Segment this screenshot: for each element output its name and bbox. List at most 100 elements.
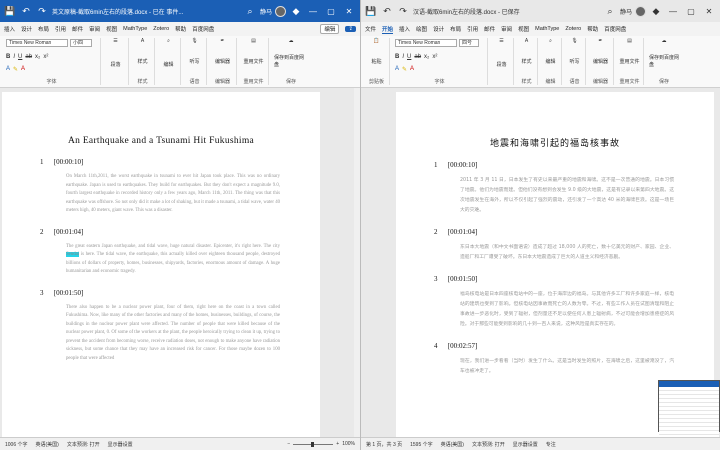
menu-item[interactable]: 视图 xyxy=(106,25,117,33)
menu-item[interactable]: 审阅 xyxy=(89,25,100,33)
minimize-button[interactable]: — xyxy=(666,7,680,16)
text-effects-icon[interactable]: A xyxy=(395,66,399,73)
minimize-button[interactable]: — xyxy=(306,7,320,16)
menu-item[interactable]: 审阅 xyxy=(501,25,512,33)
menu-item-file[interactable]: 文件 xyxy=(365,25,376,33)
menu-item[interactable]: 引用 xyxy=(55,25,66,33)
subscript-button[interactable]: x₂ xyxy=(424,54,429,60)
highlight-icon[interactable]: ✎ xyxy=(13,66,18,73)
menu-item[interactable]: Zotero xyxy=(565,26,581,32)
edit-group[interactable]: ⌕ 编辑 xyxy=(157,38,181,85)
font-name-select[interactable]: Times New Roman xyxy=(6,39,68,47)
zoom-control[interactable]: − + 100% xyxy=(287,441,355,447)
right-user[interactable]: 静马 xyxy=(620,5,646,17)
italic-button[interactable]: I xyxy=(13,54,15,60)
menu-item[interactable]: 邮件 xyxy=(484,25,495,33)
menu-item[interactable]: 绘图 xyxy=(416,25,427,33)
close-button[interactable]: ✕ xyxy=(342,7,356,16)
font-color-icon[interactable]: A xyxy=(21,66,25,73)
menu-item[interactable]: 帮助 xyxy=(175,25,186,33)
save-group[interactable]: ☁ 保存到百度网盘 保存 xyxy=(271,38,311,85)
underline-button[interactable]: U xyxy=(18,54,22,60)
left-user[interactable]: 静马 xyxy=(260,5,286,17)
diamond-icon[interactable]: ◆ xyxy=(650,5,662,17)
menu-item[interactable]: 设计 xyxy=(21,25,32,33)
save-icon[interactable]: 💾 xyxy=(365,5,377,17)
font-color-icon[interactable]: A xyxy=(410,66,414,73)
word-count[interactable]: 1595 个字 xyxy=(410,441,433,448)
menu-item[interactable]: 百度网盘 xyxy=(604,25,626,33)
subscript-button[interactable]: x₂ xyxy=(35,54,40,60)
menu-item[interactable]: 帮助 xyxy=(587,25,598,33)
reuse-group[interactable]: ▤ 重用文件 重用文件 xyxy=(616,38,644,85)
menu-item[interactable]: 布局 xyxy=(450,25,461,33)
bold-button[interactable]: B xyxy=(395,54,399,60)
menu-item[interactable]: Zotero xyxy=(153,26,169,32)
display-settings[interactable]: 显示器设置 xyxy=(108,441,133,448)
save-group[interactable]: ☁ 保存到百度网盘 保存 xyxy=(646,38,682,85)
edit-mode-button[interactable]: 编辑 xyxy=(320,24,340,34)
clipboard-group[interactable]: 📋 粘贴 剪贴板 xyxy=(364,38,390,85)
left-page[interactable]: An Earthquake and a Tsunami Hit Fukushim… xyxy=(2,92,320,437)
close-button[interactable]: ✕ xyxy=(702,7,716,16)
maximize-button[interactable]: ▢ xyxy=(324,7,338,16)
left-document-area[interactable]: An Earthquake and a Tsunami Hit Fukushim… xyxy=(0,88,360,437)
word-count[interactable]: 1006 个字 xyxy=(5,441,28,448)
focus-mode[interactable]: 专注 xyxy=(546,441,556,448)
redo-icon[interactable]: ↷ xyxy=(397,5,409,17)
paragraph-group[interactable]: ☰ 段落 xyxy=(103,38,129,85)
paragraph-group[interactable]: ☰ 段落 xyxy=(490,38,514,85)
menu-item[interactable]: 插入 xyxy=(399,25,410,33)
undo-icon[interactable]: ↶ xyxy=(381,5,393,17)
video-thumbnail-overlay[interactable] xyxy=(658,380,720,437)
zoom-slider[interactable] xyxy=(293,441,334,447)
menu-item[interactable]: MathType xyxy=(535,26,559,32)
font-size-select[interactable]: 四号 xyxy=(459,39,479,47)
voice-group[interactable]: 🎙 听写 语音 xyxy=(564,38,586,85)
menu-item[interactable]: 设计 xyxy=(433,25,444,33)
search-icon[interactable]: ⌕ xyxy=(604,5,616,17)
menu-item[interactable]: MathType xyxy=(123,26,147,32)
menu-item[interactable]: 邮件 xyxy=(72,25,83,33)
menu-item-home[interactable]: 开始 xyxy=(382,25,394,34)
bold-button[interactable]: B xyxy=(6,54,10,60)
zoom-level[interactable]: 100% xyxy=(342,441,355,447)
language[interactable]: 英语(美国) xyxy=(441,441,464,448)
redo-icon[interactable]: ↷ xyxy=(36,5,48,17)
undo-icon[interactable]: ↶ xyxy=(20,5,32,17)
font-name-select[interactable]: Times New Roman xyxy=(395,39,457,47)
edit-group[interactable]: ⌕ 编辑 编辑 xyxy=(540,38,562,85)
editor-group[interactable]: ✒ 编辑器 编辑器 xyxy=(588,38,614,85)
superscript-button[interactable]: x² xyxy=(43,54,48,60)
share-icon[interactable]: ⇪ xyxy=(345,26,356,32)
menu-item[interactable]: 引用 xyxy=(467,25,478,33)
italic-button[interactable]: I xyxy=(402,54,404,60)
strikethrough-button[interactable]: ab xyxy=(25,54,32,60)
underline-button[interactable]: U xyxy=(407,54,411,60)
menu-item[interactable]: 插入 xyxy=(4,25,15,33)
display-settings[interactable]: 显示器设置 xyxy=(513,441,538,448)
reuse-group[interactable]: ▤ 重用文件 重用文件 xyxy=(239,38,269,85)
zoom-in-icon[interactable]: + xyxy=(336,441,339,447)
menu-item[interactable]: 布局 xyxy=(38,25,49,33)
page-count[interactable]: 第 1 页，共 3 页 xyxy=(366,441,402,448)
text-prediction[interactable]: 文本预测: 打开 xyxy=(67,441,100,448)
menu-item[interactable]: 视图 xyxy=(518,25,529,33)
language[interactable]: 英语(美国) xyxy=(36,441,59,448)
font-size-select[interactable]: 小四 xyxy=(70,39,92,47)
strikethrough-button[interactable]: ab xyxy=(414,54,421,60)
styles-group[interactable]: A 样式 样式 xyxy=(516,38,538,85)
editor-group[interactable]: ✒ 编辑器 编辑器 xyxy=(209,38,237,85)
search-icon[interactable]: ⌕ xyxy=(244,5,256,17)
diamond-icon[interactable]: ◆ xyxy=(290,5,302,17)
voice-group[interactable]: 🎙 听写 语音 xyxy=(183,38,207,85)
maximize-button[interactable]: ▢ xyxy=(684,7,698,16)
superscript-button[interactable]: x² xyxy=(432,54,437,60)
highlight-icon[interactable]: ✎ xyxy=(402,66,407,73)
save-icon[interactable]: 💾 xyxy=(4,5,16,17)
menu-item[interactable]: 百度网盘 xyxy=(192,25,214,33)
zoom-out-icon[interactable]: − xyxy=(287,441,290,447)
text-effects-icon[interactable]: A xyxy=(6,66,10,73)
text-prediction[interactable]: 文本预测: 打开 xyxy=(472,441,505,448)
styles-group[interactable]: A 样式 样式 xyxy=(131,38,155,85)
